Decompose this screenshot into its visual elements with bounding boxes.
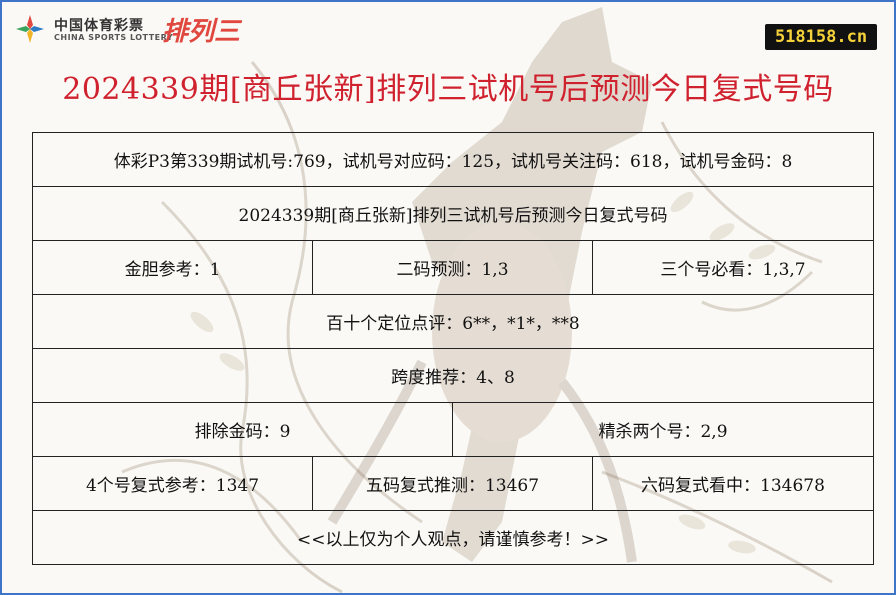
span-value: 4、8 xyxy=(476,368,515,388)
logo-chinese-text: 中国体育彩票 xyxy=(54,18,144,34)
disclaimer: <<以上仅为个人观点，请谨慎参考！>> xyxy=(32,510,874,565)
table-row: 金胆参考：1 二码预测：1,3 三个号必看：1,3,7 xyxy=(32,240,874,295)
logo-pailie3-text: 排列三 xyxy=(162,17,241,47)
five-code-cell: 五码复式推测：13467 xyxy=(312,456,593,511)
table-row: 2024339期[商丘张新]排列三试机号后预测今日复式号码 xyxy=(32,186,874,241)
exclude-value: 9 xyxy=(279,422,291,442)
five-code-label: 五码复式推测： xyxy=(365,476,485,496)
table-row: 跨度推荐：4、8 xyxy=(32,348,874,403)
three-must-label: 三个号必看： xyxy=(660,260,763,280)
kill-cell: 精杀两个号：2,9 xyxy=(452,402,874,457)
position-cell: 百十个定位点评：6**，*1*，**8 xyxy=(32,294,874,349)
kill-label: 精杀两个号： xyxy=(598,422,701,442)
kill-value: 2,9 xyxy=(700,422,728,442)
position-label: 百十个定位点评： xyxy=(326,314,463,334)
six-code-value: 134678 xyxy=(760,476,825,496)
lottery-emblem-icon xyxy=(16,15,44,43)
four-code-label: 4个号复式参考： xyxy=(85,476,216,496)
two-code-label: 二码预测： xyxy=(396,260,482,280)
gold-value: 1 xyxy=(209,260,221,280)
gold-cell: 金胆参考：1 xyxy=(32,240,313,295)
span-label: 跨度推荐： xyxy=(391,368,477,388)
table-row: 4个号复式参考：1347 五码复式推测：13467 六码复式看中：134678 xyxy=(32,456,874,511)
four-code-cell: 4个号复式参考：1347 xyxy=(32,456,313,511)
trial-number-info: 体彩P3第339期试机号:769，试机号对应码：125，试机号关注码：618，试… xyxy=(32,132,874,187)
china-sports-lottery-logo[interactable]: 中国体育彩票 CHINA SPORTS LOTTERY 排列三 xyxy=(10,9,270,49)
six-code-cell: 六码复式看中：134678 xyxy=(592,456,874,511)
gold-label: 金胆参考： xyxy=(124,260,210,280)
span-cell: 跨度推荐：4、8 xyxy=(32,348,874,403)
exclude-cell: 排除金码：9 xyxy=(32,402,453,457)
table-row: 体彩P3第339期试机号:769，试机号对应码：125，试机号关注码：618，试… xyxy=(32,132,874,187)
page-frame: 中国体育彩票 CHINA SPORTS LOTTERY 排列三 518158.c… xyxy=(0,0,896,595)
two-code-value: 1,3 xyxy=(481,260,509,280)
exclude-label: 排除金码： xyxy=(194,422,280,442)
five-code-value: 13467 xyxy=(484,476,540,496)
table-row: 排除金码：9 精杀两个号：2,9 xyxy=(32,402,874,457)
position-value: 6**，*1*，**8 xyxy=(462,314,580,334)
two-code-cell: 二码预测：1,3 xyxy=(312,240,593,295)
table-row: 百十个定位点评：6**，*1*，**8 xyxy=(32,294,874,349)
logo-english-text: CHINA SPORTS LOTTERY xyxy=(54,33,174,42)
table-row: <<以上仅为个人观点，请谨慎参考！>> xyxy=(32,510,874,565)
prediction-table: 体彩P3第339期试机号:769，试机号对应码：125，试机号关注码：618，试… xyxy=(32,132,874,565)
table-subtitle: 2024339期[商丘张新]排列三试机号后预测今日复式号码 xyxy=(32,186,874,241)
three-must-value: 1,3,7 xyxy=(762,260,806,280)
four-code-value: 1347 xyxy=(215,476,260,496)
three-must-cell: 三个号必看：1,3,7 xyxy=(592,240,874,295)
site-badge[interactable]: 518158.cn xyxy=(765,24,877,50)
six-code-label: 六码复式看中： xyxy=(641,476,761,496)
page-title: 2024339期[商丘张新]排列三试机号后预测今日复式号码 xyxy=(62,72,834,107)
